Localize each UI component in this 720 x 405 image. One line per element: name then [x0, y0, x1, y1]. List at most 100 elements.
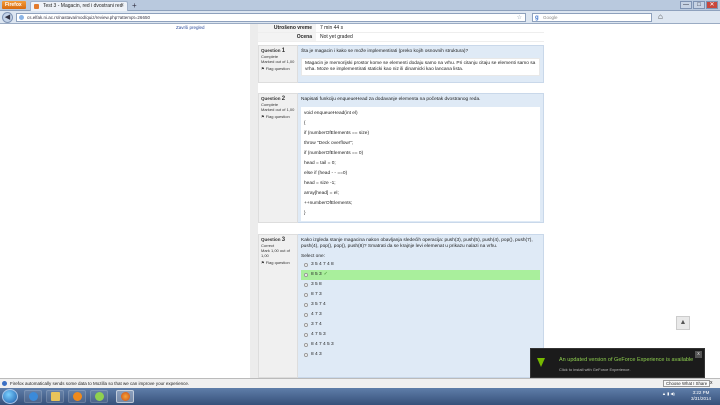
bookmark-star-icon[interactable]: ☆ [517, 14, 522, 22]
system-tray[interactable]: ▲ ▮ ◀) [662, 391, 675, 396]
radio-button[interactable] [304, 283, 308, 287]
radio-button[interactable] [304, 343, 308, 347]
radio-button[interactable] [304, 263, 308, 267]
answer-option[interactable]: 3 7 4 [301, 320, 540, 330]
answer-code: void enqueueHead(int el) { if (numberOfE… [301, 107, 540, 221]
summary-value: Not yet graded [320, 34, 353, 40]
folder-icon [50, 392, 60, 401]
finish-review-link[interactable]: Završi pregled [176, 25, 205, 30]
question-text: Kako izgleda stanje magacina nakon obavl… [301, 238, 533, 249]
maximize-button[interactable]: □ [693, 1, 705, 9]
app-icon [94, 392, 104, 401]
flag-question-button[interactable]: ⚑ Flag question [261, 114, 295, 119]
flag-icon: ⚑ [261, 66, 265, 71]
radio-button[interactable] [304, 353, 308, 357]
url-text: cs.elfak.ni.ac.rs/nastava/mod/quiz/revie… [27, 15, 150, 20]
answer-option-selected[interactable]: 8 5 3 ✓ [301, 270, 540, 280]
status-bar-close-icon[interactable]: x [710, 379, 713, 388]
radio-button[interactable] [304, 323, 308, 327]
code-line: else if (head - - ==0) [304, 171, 348, 176]
option-label: 3 5 4 7 4 8 [311, 262, 334, 267]
question-info: Question 3 Correct Mark 1,00 out of 1,00… [258, 234, 298, 378]
minimize-button[interactable]: — [680, 1, 692, 9]
close-window-button[interactable]: ✕ [706, 1, 718, 9]
code-line: void enqueueHead(int el) [304, 111, 358, 116]
code-line: head = size -1; [304, 181, 336, 186]
answer-option[interactable]: 8 4 3 [301, 350, 540, 360]
site-identity-icon[interactable] [19, 15, 24, 20]
notification-close-button[interactable]: x [695, 351, 702, 358]
code-line: if (numberOfElements == size) [304, 131, 370, 136]
column-divider [250, 24, 258, 378]
radio-button[interactable] [304, 313, 308, 317]
flag-icon: ⚑ [261, 114, 265, 119]
attempt-summary: Utrošeno vreme 7 min 44 s Ocena Not yet … [258, 24, 544, 42]
choose-what-i-share-button[interactable]: Choose What I Share [663, 380, 711, 387]
window-controls: — □ ✕ [680, 1, 718, 9]
question-1: Question 1 Complete Marked out of 1,00 ⚑… [258, 45, 544, 83]
question-body: Kako izgleda stanje magacina nakon obavl… [298, 234, 544, 378]
arrow-up-icon: ▲ [679, 319, 687, 326]
url-bar[interactable]: cs.elfak.ni.ac.rs/nastava/mod/quiz/revie… [16, 13, 526, 22]
taskbar-media-button[interactable] [68, 390, 86, 403]
new-tab-button[interactable]: + [132, 1, 137, 10]
taskbar-ie-button[interactable] [24, 390, 42, 403]
check-icon: ✓ [323, 272, 328, 277]
firefox-menu-button[interactable]: Firefox [2, 1, 26, 9]
radio-button[interactable] [304, 293, 308, 297]
start-button[interactable] [2, 389, 18, 404]
code-line: if (numberOfElements == 0) [304, 151, 364, 156]
scroll-to-top-button[interactable]: ▲ [676, 316, 690, 330]
option-label: 4 7 3 [311, 312, 322, 317]
taskbar-clock[interactable]: 3:22 PM 3/31/2014 [691, 390, 711, 402]
radio-button[interactable] [304, 303, 308, 307]
tab-close-icon[interactable]: × [120, 2, 124, 11]
tab-title: Test 3 - Magacin, red i dvostrani red [43, 3, 123, 9]
media-player-icon [72, 392, 82, 401]
radio-button[interactable] [304, 273, 308, 277]
windows-taskbar: ▲ ▮ ◀) 3:22 PM 3/31/2014 [0, 388, 720, 405]
search-input[interactable]: g Google [532, 13, 652, 22]
left-column: Završi pregled [0, 24, 250, 378]
option-label: 8 4 3 [311, 352, 322, 357]
info-icon [2, 381, 7, 386]
question-body: Napisati funkciju enqueueHead za dodavan… [298, 93, 544, 223]
flag-question-button[interactable]: ⚑ Flag question [261, 260, 295, 265]
answer-text: Magacin je memorijski prostor kome se el… [301, 58, 540, 76]
summary-label: Ocena [258, 33, 316, 41]
answer-option[interactable]: 8 7 3 [301, 290, 540, 300]
option-label: 3 5 7 4 [311, 302, 326, 307]
summary-row-time: Utrošeno vreme 7 min 44 s [258, 24, 544, 33]
answer-option[interactable]: 3 5 8 [301, 280, 540, 290]
flag-question-button[interactable]: ⚑ Flag question [261, 66, 295, 71]
home-icon[interactable]: ⌂ [658, 12, 663, 21]
summary-row-grade: Ocena Not yet graded [258, 33, 544, 42]
answer-option[interactable]: 3 5 4 7 4 8 [301, 260, 540, 270]
question-marks: Marked out of 1,00 [261, 107, 295, 112]
code-line: throw "Deck overflow!"; [304, 141, 354, 146]
clock-date: 3/31/2014 [691, 396, 712, 401]
taskbar-firefox-button[interactable] [116, 390, 134, 403]
browser-tab[interactable]: Test 3 - Magacin, red i dvostrani red × [30, 1, 128, 11]
option-label: 3 7 4 [311, 322, 322, 327]
question-marks: Marked out of 1,00 [261, 59, 295, 64]
answer-option[interactable]: 3 5 7 4 [301, 300, 540, 310]
geforce-notification[interactable]: An updated version of GeForce Experience… [530, 348, 705, 378]
question-3: Question 3 Correct Mark 1,00 out of 1,00… [258, 234, 544, 378]
back-button[interactable]: ◀ [2, 12, 13, 23]
answer-option[interactable]: 8 4 7 4 5 3 [301, 340, 540, 350]
option-label: 4 7 5 3 [311, 332, 326, 337]
question-marks: Mark 1,00 out of 1,00 [261, 248, 290, 258]
nvidia-logo-icon [537, 358, 545, 367]
taskbar-explorer-button[interactable] [46, 390, 64, 403]
google-icon: g [535, 15, 539, 21]
navigation-bar: ◀ cs.elfak.ni.ac.rs/nastava/mod/quiz/rev… [0, 11, 720, 24]
flag-icon: ⚑ [261, 260, 265, 265]
taskbar-app-button[interactable] [90, 390, 108, 403]
code-line: { [304, 121, 306, 126]
search-placeholder: Google [543, 15, 558, 20]
question-info: Question 2 Complete Marked out of 1,00 ⚑… [258, 93, 298, 223]
answer-option[interactable]: 4 7 5 3 [301, 330, 540, 340]
answer-option[interactable]: 4 7 3 [301, 310, 540, 320]
radio-button[interactable] [304, 333, 308, 337]
